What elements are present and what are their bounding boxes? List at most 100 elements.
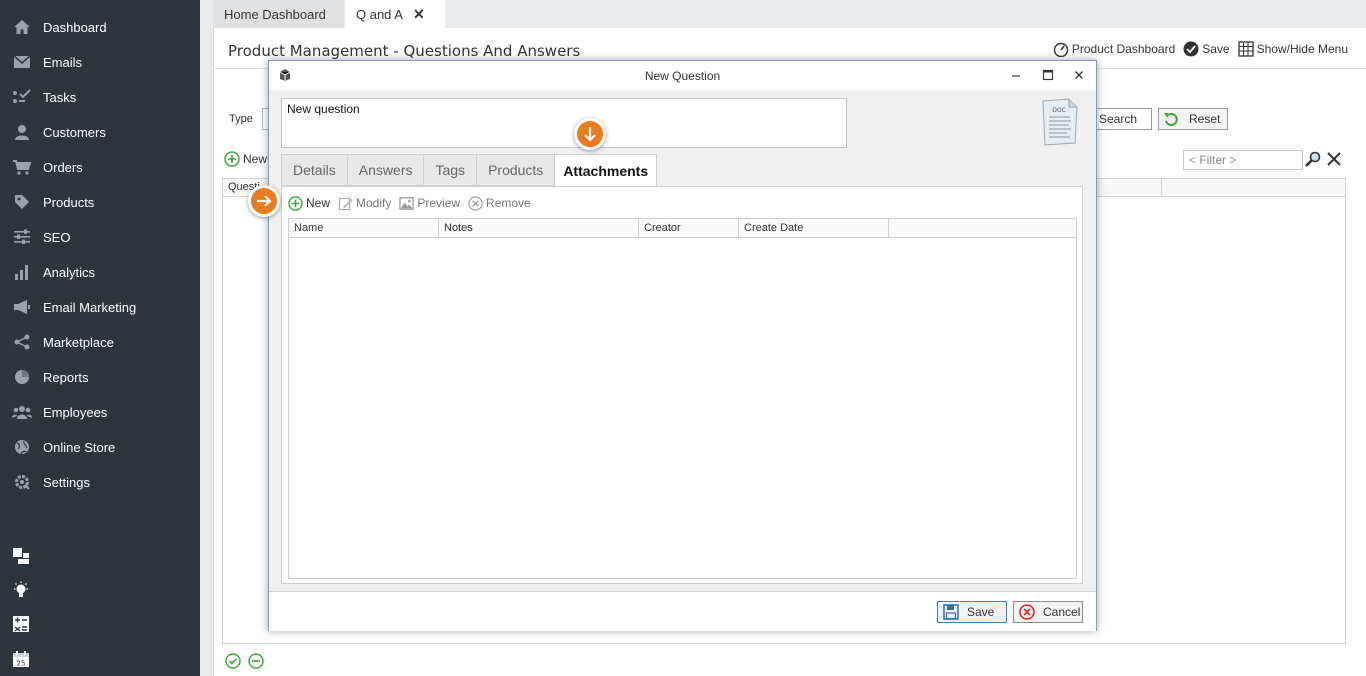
maximize-icon[interactable]: [1040, 67, 1056, 83]
sidebar-item-seo[interactable]: SEO: [0, 220, 200, 254]
type-label: Type: [229, 113, 253, 125]
tab-products[interactable]: Products: [476, 154, 555, 186]
reset-button[interactable]: Reset: [1158, 108, 1228, 130]
modify-label: Modify: [356, 196, 392, 210]
check-circle-icon: [1183, 41, 1199, 57]
footer-actions: [225, 653, 271, 669]
user-icon: [12, 124, 32, 140]
dialog-footer: Save Cancel: [269, 592, 1096, 631]
pie-chart-icon: [12, 369, 32, 385]
sidebar-item-label: Employees: [43, 404, 108, 420]
speedometer-icon: [1053, 42, 1069, 57]
cancel-icon: [1019, 604, 1035, 620]
tab-label: Home Dashboard: [224, 6, 326, 22]
sidebar-item-email-marketing[interactable]: Email Marketing: [0, 290, 200, 324]
calendar-icon[interactable]: 25: [12, 650, 30, 668]
sidebar-item-settings[interactable]: Settings: [0, 465, 200, 499]
sidebar-item-analytics[interactable]: Analytics: [0, 255, 200, 289]
sidebar-item-orders[interactable]: Orders: [0, 150, 200, 184]
sidebar-item-label: Dashboard: [43, 19, 107, 35]
search-icon[interactable]: [1304, 151, 1322, 170]
sidebar-item-label: Emails: [43, 54, 83, 70]
tab-home-dashboard[interactable]: Home Dashboard: [213, 0, 344, 28]
megaphone-icon: [12, 299, 32, 315]
save-label: Save: [1202, 42, 1230, 56]
image-icon: [399, 196, 414, 210]
preview-label: Preview: [417, 196, 461, 210]
minimize-icon[interactable]: [1008, 67, 1024, 83]
grid-menu-icon: [1237, 41, 1254, 57]
minus-circle-icon[interactable]: [248, 653, 264, 669]
plus-circle-icon: [224, 151, 240, 167]
save-label: Save: [967, 605, 995, 619]
new-attachment-button[interactable]: New: [288, 195, 331, 211]
cancel-button[interactable]: Cancel: [1013, 601, 1083, 623]
filter-input[interactable]: < Filter >: [1183, 150, 1303, 170]
top-tab-strip: Home Dashboard Q and A ✕: [200, 0, 1366, 28]
calculator-icon[interactable]: [12, 615, 30, 633]
sidebar-item-label: Settings: [43, 474, 90, 490]
sidebar-item-tasks[interactable]: Tasks: [0, 80, 200, 114]
sidebar-item-label: Reports: [43, 369, 89, 385]
sidebar-item-dashboard[interactable]: Dashboard: [0, 10, 200, 44]
edit-icon: [338, 197, 353, 210]
search-button[interactable]: Search: [1094, 108, 1152, 130]
arrow-down-icon: [584, 127, 596, 142]
modify-attachment-button[interactable]: Modify: [338, 196, 391, 211]
sidebar-item-employees[interactable]: Employees: [0, 395, 200, 429]
tab-attachments[interactable]: Attachments: [554, 154, 658, 187]
reset-label: Reset: [1189, 112, 1221, 126]
svg-text:25: 25: [17, 660, 26, 668]
new-attachment-label: New: [306, 196, 331, 210]
envelope-icon: [12, 54, 32, 70]
sidebar-item-label: Orders: [43, 159, 83, 175]
tab-details[interactable]: Details: [281, 154, 347, 186]
cart-icon: [12, 159, 32, 175]
close-icon[interactable]: [1071, 67, 1087, 83]
bar-chart-icon: [12, 264, 32, 280]
svg-text:DOC: DOC: [1052, 107, 1066, 114]
sidebar-item-label: Online Store: [43, 439, 116, 455]
column-name[interactable]: Name: [289, 219, 439, 238]
sidebar-item-products[interactable]: Products: [0, 185, 200, 219]
lightbulb-icon[interactable]: [12, 581, 30, 599]
sidebar-item-label: Analytics: [43, 264, 96, 280]
grid-column-divider: [1161, 179, 1162, 197]
layout-icon[interactable]: [12, 547, 30, 565]
clear-filter-icon[interactable]: [1326, 151, 1342, 170]
product-dashboard-button[interactable]: Product Dashboard: [1053, 41, 1175, 57]
sidebar-item-customers[interactable]: Customers: [0, 115, 200, 149]
tasks-icon: [12, 89, 32, 105]
sidebar-item-label: Tasks: [43, 89, 77, 105]
tab-tags[interactable]: Tags: [423, 154, 477, 186]
dialog-titlebar: New Question: [269, 61, 1096, 90]
remove-attachment-button[interactable]: Remove: [468, 195, 531, 211]
save-button[interactable]: Save: [937, 601, 1007, 623]
save-button[interactable]: Save: [1183, 41, 1230, 57]
sidebar-item-online-store[interactable]: Online Store: [0, 430, 200, 464]
column-create-date[interactable]: Create Date: [739, 219, 889, 238]
globe-icon: [12, 439, 32, 455]
new-question-button[interactable]: New: [224, 151, 267, 167]
sidebar: Dashboard Emails Tasks Customers Orders …: [0, 0, 200, 676]
sidebar-item-reports[interactable]: Reports: [0, 360, 200, 394]
arrow-right-icon: [257, 195, 272, 207]
new-label: New: [243, 152, 268, 166]
tab-q-and-a[interactable]: Q and A ✕: [345, 0, 445, 28]
tab-label: Q and A: [356, 6, 403, 22]
hint-marker-down: [574, 118, 606, 150]
preview-attachment-button[interactable]: Preview: [399, 196, 460, 211]
dialog-title: New Question: [644, 69, 721, 83]
show-hide-menu-button[interactable]: Show/Hide Menu: [1237, 41, 1348, 57]
sidebar-item-emails[interactable]: Emails: [0, 45, 200, 79]
remove-circle-icon: [468, 195, 483, 211]
question-text-input[interactable]: New question: [281, 98, 847, 148]
check-circle-icon[interactable]: [225, 653, 241, 669]
attachments-grid-header: Name Notes Creator Create Date: [289, 219, 1076, 238]
column-creator[interactable]: Creator: [639, 219, 739, 238]
tab-answers[interactable]: Answers: [346, 154, 424, 186]
close-icon[interactable]: ✕: [413, 6, 425, 23]
sidebar-item-marketplace[interactable]: Marketplace: [0, 325, 200, 359]
column-notes[interactable]: Notes: [439, 219, 639, 238]
sidebar-item-label: Email Marketing: [43, 299, 137, 315]
